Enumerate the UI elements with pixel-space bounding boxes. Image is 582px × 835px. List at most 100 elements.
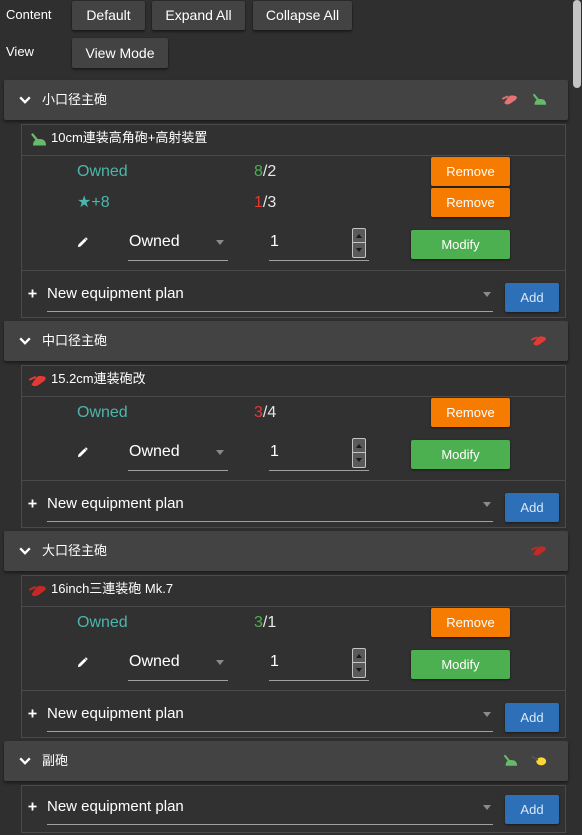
equipment-title-row: 15.2cm連装砲改 <box>22 366 565 397</box>
large-main-gun-icon <box>29 583 47 597</box>
equipment-entry-row: ★+8 1/3 Remove <box>22 187 565 218</box>
equipment-name: 10cm連装高角砲+高射装置 <box>51 130 208 145</box>
new-equipment-plan-placeholder: New equipment plan <box>47 495 184 512</box>
group-type-icons <box>502 92 547 108</box>
chevron-down-icon[interactable] <box>19 337 31 345</box>
equipment-entry-row: Owned 8/2 Remove <box>22 156 565 187</box>
equipment-card: 10cm連装高角砲+高射装置 Owned 8/2 Remove ★+8 1/3 … <box>21 124 566 318</box>
dropdown-arrow-icon <box>483 805 491 810</box>
group-header-medium-caliber-main-gun[interactable]: 中口径主砲 <box>4 321 568 361</box>
owned-count: 3 <box>254 404 263 421</box>
equipment-title-row: 10cm連装高角砲+高射装置 <box>22 125 565 156</box>
entry-label: Owned <box>77 404 128 421</box>
large-main-gun-icon <box>531 543 547 557</box>
dropdown-arrow-icon <box>216 660 224 665</box>
quantity-input[interactable]: 1 <box>269 226 369 261</box>
chevron-down-icon[interactable] <box>19 757 31 765</box>
dropdown-arrow-icon <box>483 712 491 717</box>
collapse-all-button[interactable]: Collapse All <box>253 1 352 30</box>
new-plan-row: New equipment plan Add <box>22 786 565 832</box>
required-count: 2 <box>267 163 277 180</box>
view-mode-button[interactable]: View Mode <box>72 38 168 68</box>
dropdown-arrow-icon <box>483 502 491 507</box>
add-button[interactable]: Add <box>505 283 559 312</box>
quantity-increment-button[interactable] <box>353 229 365 243</box>
group-header-large-caliber-main-gun[interactable]: 大口径主砲 <box>4 531 568 571</box>
new-equipment-plan-placeholder: New equipment plan <box>47 705 184 722</box>
equipment-name: 15.2cm連装砲改 <box>51 371 146 386</box>
new-equipment-plan-placeholder: New equipment plan <box>47 798 184 815</box>
entry-type-select[interactable]: Owned <box>128 436 228 471</box>
quantity-increment-button[interactable] <box>353 439 365 453</box>
dropdown-arrow-icon <box>483 292 491 297</box>
secondary-gun-icon <box>531 753 547 767</box>
entry-editor-row: Owned 1 Modify <box>22 218 565 270</box>
group-title: 大口径主砲 <box>42 543 108 558</box>
plus-icon <box>28 709 37 718</box>
quantity-decrement-button[interactable] <box>353 453 365 467</box>
quantity-decrement-button[interactable] <box>353 243 365 257</box>
entry-type-value: Owned <box>129 233 180 250</box>
default-button[interactable]: Default <box>72 1 145 30</box>
owned-count: 1 <box>254 194 263 211</box>
medium-main-gun-icon <box>29 373 47 387</box>
view-label: View <box>6 44 34 59</box>
quantity-increment-button[interactable] <box>353 649 365 663</box>
new-plan-row: New equipment plan Add <box>22 270 565 317</box>
chevron-down-icon[interactable] <box>19 547 31 555</box>
modify-button[interactable]: Modify <box>411 440 510 469</box>
equipment-groups: 小口径主砲 10cm連装高角砲+高射装置 Owned 8/2 Remove ★+… <box>4 80 568 835</box>
group-header-secondary-gun[interactable]: 副砲 <box>4 741 568 781</box>
quantity-value: 1 <box>270 653 279 670</box>
required-count: 1 <box>267 614 277 631</box>
remove-button[interactable]: Remove <box>431 608 510 637</box>
chevron-down-icon[interactable] <box>19 96 31 104</box>
quantity-stepper[interactable] <box>352 228 366 258</box>
high-angle-gun-icon <box>502 753 518 767</box>
group-type-icons <box>531 333 547 349</box>
quantity-input[interactable]: 1 <box>269 436 369 471</box>
quantity-decrement-button[interactable] <box>353 663 365 677</box>
new-equipment-plan-placeholder: New equipment plan <box>47 285 184 302</box>
pencil-icon <box>77 657 88 668</box>
required-count: 4 <box>267 404 277 421</box>
quantity-stepper[interactable] <box>352 648 366 678</box>
expand-all-button[interactable]: Expand All <box>152 1 245 30</box>
group-header-small-caliber-main-gun[interactable]: 小口径主砲 <box>4 80 568 120</box>
quantity-stepper[interactable] <box>352 438 366 468</box>
add-button[interactable]: Add <box>505 703 559 732</box>
add-button[interactable]: Add <box>505 795 559 824</box>
equipment-entry-row: Owned 3/1 Remove <box>22 607 565 638</box>
equipment-title-row: 16inch三連装砲 Mk.7 <box>22 576 565 607</box>
new-equipment-plan-select[interactable]: New equipment plan <box>47 278 493 312</box>
entry-label: Owned <box>77 614 128 631</box>
group-title: 中口径主砲 <box>42 333 108 348</box>
group-type-icons <box>502 753 547 769</box>
quantity-input[interactable]: 1 <box>269 646 369 681</box>
remove-button[interactable]: Remove <box>431 398 510 427</box>
entry-type-value: Owned <box>129 443 180 460</box>
remove-button[interactable]: Remove <box>431 157 510 186</box>
modify-button[interactable]: Modify <box>411 650 510 679</box>
add-button[interactable]: Add <box>505 493 559 522</box>
new-equipment-plan-select[interactable]: New equipment plan <box>47 791 493 825</box>
scrollbar-thumb[interactable] <box>573 0 581 88</box>
modify-button[interactable]: Modify <box>411 230 510 259</box>
new-equipment-plan-select[interactable]: New equipment plan <box>47 698 493 732</box>
entry-type-select[interactable]: Owned <box>128 646 228 681</box>
owned-count: 3 <box>254 614 263 631</box>
equipment-card: 15.2cm連装砲改 Owned 3/4 Remove Owned 1 Modi… <box>21 365 566 528</box>
equipment-card: 16inch三連装砲 Mk.7 Owned 3/1 Remove Owned 1 <box>21 575 566 738</box>
plus-icon <box>28 289 37 298</box>
dropdown-arrow-icon <box>216 240 224 245</box>
dropdown-arrow-icon <box>216 450 224 455</box>
plus-icon <box>28 499 37 508</box>
entry-label: Owned <box>77 163 128 180</box>
remove-button[interactable]: Remove <box>431 188 510 217</box>
new-plan-row: New equipment plan Add <box>22 480 565 527</box>
quantity-value: 1 <box>270 443 279 460</box>
equipment-card: New equipment plan Add <box>21 785 566 833</box>
entry-type-select[interactable]: Owned <box>128 226 228 261</box>
new-equipment-plan-select[interactable]: New equipment plan <box>47 488 493 522</box>
pencil-icon <box>77 447 88 458</box>
